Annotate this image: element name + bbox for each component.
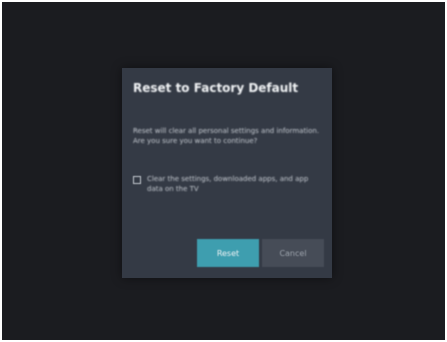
factory-reset-dialog: Reset to Factory Default Reset will clea… (122, 68, 332, 278)
reset-button[interactable]: Reset (197, 239, 259, 267)
dialog-message: Reset will clear all personal settings a… (133, 127, 320, 145)
tv-screen: Reset to Factory Default Reset will clea… (2, 2, 445, 340)
checkbox-icon[interactable] (133, 176, 141, 184)
checkbox-label: Clear the settings, downloaded apps, and… (147, 175, 309, 193)
dialog-title: Reset to Factory Default (133, 81, 299, 95)
cancel-button[interactable]: Cancel (262, 239, 324, 267)
